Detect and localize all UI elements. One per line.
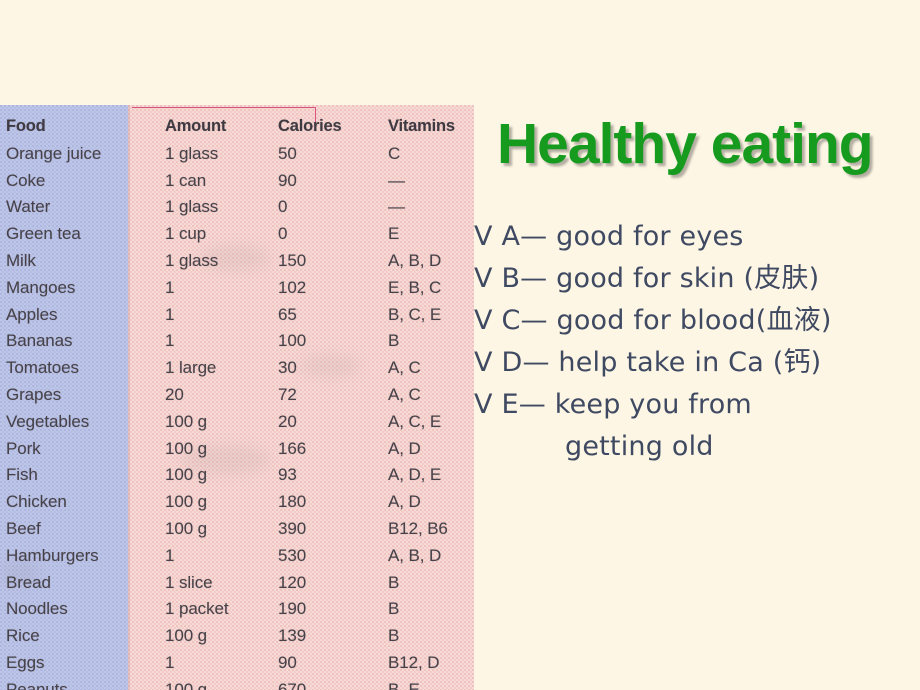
page-title: Healthy eating [497,112,874,176]
table-cell-vitamins: B [388,331,400,351]
table-cell-vitamins: A, C [388,385,421,404]
table-cell-food: Orange juice [6,143,102,163]
table-cell-amount: 100 g [165,411,208,431]
table-cell-amount: 1 large [165,358,217,378]
table-cell-vitamins: A, D [388,438,421,458]
vitamin-note-line: V E— keep you from [474,389,752,420]
table-cell-amount: 100 g [165,492,208,512]
table-cell-food: Beef [6,519,41,538]
table-cell-food: Vegetables [6,411,90,431]
table-cell-calories: 0 [278,197,288,217]
table-cell-amount: 1 glass [165,143,219,163]
table-column-seam [128,105,130,690]
table-cell-food: Water [6,197,51,217]
table-cell-food: Fish [6,465,38,485]
column-header-vitamins: Vitamins [388,117,455,135]
table-cell-amount: 100 g [165,519,208,538]
table-cell-food: Eggs [6,653,45,672]
table-cell-food: Pork [6,438,41,458]
table-cell-amount: 1 packet [165,599,229,619]
table-cell-calories: 93 [278,465,297,485]
table-cell-vitamins: A, D, E [388,465,442,485]
table-cell-amount: 1 glass [165,197,219,217]
table-cell-amount: 1 [165,545,175,565]
table-cell-vitamins: A, D [388,492,421,512]
table-cell-food: Noodles [6,599,68,619]
table-cell-vitamins: A, C [388,358,421,378]
table-cell-amount: 1 [165,304,175,324]
table-cell-food: Apples [6,304,58,324]
column-header-food: Food [6,117,46,135]
table-cell-vitamins: A, B, D [388,545,442,565]
table-cell-food: Hamburgers [6,545,99,565]
slide-canvas: Food Amount Calories Vitamins Orange juice 1 … [0,0,920,690]
table-cell-calories: 530 [278,545,307,565]
table-cell-vitamins: B [388,626,400,646]
table-cell-calories: 166 [278,438,307,458]
table-cell-calories: 90 [278,170,297,190]
table-cell-food: Tomatoes [6,358,79,378]
table-cell-calories: 72 [278,385,297,404]
table-cell-food: Peanuts [6,679,68,690]
table-cell-vitamins: A, C, E [388,411,442,431]
scan-smudge [300,355,360,377]
table-cell-calories: 20 [278,411,297,431]
table-cell-amount: 1 [165,653,175,672]
table-cell-amount: 1 can [165,170,207,190]
table-cell-amount: 100 g [165,626,208,646]
table-cell-vitamins: — [388,170,405,190]
vitamin-note-line: V D— help take in Ca (钙) [474,347,822,378]
table-cell-calories: 30 [278,358,297,378]
table-cell-calories: 100 [278,331,307,351]
table-cell-food: Milk [6,251,36,270]
table-cell-calories: 139 [278,626,307,646]
table-cell-food: Chicken [6,492,67,512]
table-cell-vitamins: — [388,197,405,217]
table-cell-vitamins: B12, B6 [388,519,448,538]
column-header-amount: Amount [165,117,227,135]
table-cell-vitamins: E [388,224,400,244]
table-cell-calories: 670 [278,679,307,690]
table-cell-food: Coke [6,170,46,190]
table-cell-vitamins: E, B, C [388,277,442,297]
table-cell-vitamins: B12, D [388,653,440,672]
table-cell-vitamins: B [388,599,400,619]
table-cell-amount: 1 cup [165,224,207,244]
vitamin-note-line: V C— good for blood(血液) [474,305,832,336]
table-cell-food: Grapes [6,385,62,404]
table-cell-vitamins: C [388,143,401,163]
table-cell-vitamins: B [388,572,400,592]
table-cell-calories: 180 [278,492,307,512]
table-cell-food: Rice [6,626,40,646]
column-header-calories: Calories [278,117,342,135]
table-cell-food: Green tea [6,224,81,244]
table-cell-calories: 150 [278,251,307,270]
table-cell-food: Bread [6,572,51,592]
table-cell-amount: 100 g [165,679,208,690]
table-cell-food: Mangoes [6,277,76,297]
table-cell-amount: 100 g [165,438,208,458]
table-cell-calories: 390 [278,519,307,538]
table-cell-amount: 100 g [165,465,208,485]
table-cell-amount: 20 [165,385,184,404]
table-cell-amount: 1 glass [165,251,219,270]
table-cell-calories: 50 [278,143,297,163]
table-cell-calories: 102 [278,277,307,297]
vitamin-note-line: getting old [565,431,714,462]
table-cell-vitamins: B, C, E [388,304,442,324]
table-cell-calories: 0 [278,224,288,244]
table-cell-calories: 90 [278,653,297,672]
nutrition-table: Food Amount Calories Vitamins Orange juice 1 … [0,105,474,690]
table-cell-amount: 1 [165,331,175,351]
vitamin-note-line: V A— good for eyes [474,221,744,252]
table-cell-food: Bananas [6,331,73,351]
table-cell-calories: 65 [278,304,297,324]
table-cell-vitamins: A, B, D [388,251,442,270]
vitamin-note-line: V B— good for skin (皮肤) [474,263,820,294]
table-cell-amount: 1 [165,277,175,297]
table-cell-calories: 120 [278,572,307,592]
table-cell-vitamins: B, E [388,679,420,690]
table-cell-calories: 190 [278,599,307,619]
table-cell-amount: 1 slice [165,572,213,592]
